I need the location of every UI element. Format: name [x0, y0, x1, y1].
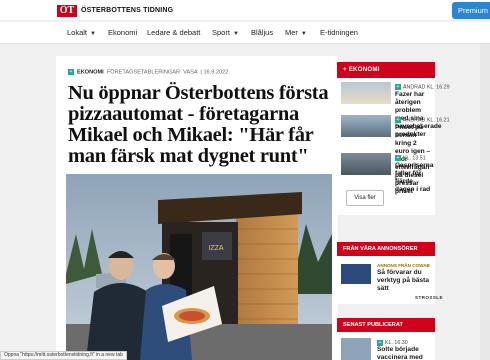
- ad-title[interactable]: Så förvarar du verktyg på bästa sätt: [377, 269, 433, 293]
- thumbnail: [341, 82, 391, 104]
- page-gutter: [480, 44, 490, 360]
- nav-item-e-tidningen[interactable]: E-tidningen: [320, 28, 358, 37]
- article-meta: + EKONOMI FÖRETAGSETABLERINGAR VASA | 16.…: [68, 69, 229, 76]
- sidebar-article[interactable]: + KL. 13.51 Gaspriserna faller för fjärde…: [337, 149, 435, 193]
- article-time: ÄNDRAD KL. 16.29: [403, 84, 450, 91]
- nav-item-sport[interactable]: Sport ▼: [212, 28, 239, 37]
- article: + EKONOMI FÖRETAGSETABLERINGAR VASA | 16.…: [56, 56, 338, 360]
- thumbnail: [341, 115, 391, 137]
- logo-mark[interactable]: ÖT: [57, 5, 77, 17]
- thumbnail: [341, 153, 391, 175]
- plus-icon: +: [395, 155, 401, 161]
- latest-section-title: SENAST PUBLICERAT: [337, 318, 435, 332]
- article-time: KL. 13.51: [403, 155, 426, 162]
- article-category[interactable]: EKONOMI: [77, 69, 104, 75]
- nav-item-ekonomi[interactable]: Ekonomi: [108, 28, 137, 37]
- chevron-down-icon: ▼: [300, 31, 307, 37]
- nav-item-lokalt[interactable]: Lokalt ▼: [67, 28, 96, 37]
- nav-item-blaljus[interactable]: Blåljus: [251, 28, 273, 37]
- pizza-sign-text: IZZA: [208, 245, 223, 252]
- sidebar-article[interactable]: + ÄNDRAD KL. 16.29 Fazer har återigen pro…: [337, 78, 450, 138]
- advertisers-box: FRÅN VÅRA ANNONSÖRER ANNONS FRÅN COWAB S…: [337, 242, 443, 304]
- premium-button[interactable]: Premium: [452, 2, 490, 19]
- ad-thumbnail[interactable]: [341, 264, 371, 284]
- sponsor-logo: STROSSLE: [415, 295, 443, 300]
- browser-status-bar: Öppna "https://mitt.osterbottenstidning.…: [0, 351, 127, 360]
- latest-box: SENAST PUBLICERAT + KL. 16.30 Solte börja…: [337, 318, 435, 360]
- article-headline: Nu öppnar Österbottens första pizzaautom…: [68, 82, 329, 167]
- article-title: Solte började vaccinera med: [377, 346, 423, 360]
- article-time: ÄNDRAD KL. 16.21: [403, 117, 450, 124]
- article-tags[interactable]: FÖRETAGSETABLERINGAR: [107, 69, 180, 75]
- top-header: ÖT ÖSTERBOTTENS TIDNING Premium: [0, 0, 490, 20]
- ad-sponsor-label: ANNONS FRÅN COWAB: [377, 263, 430, 268]
- plus-icon: +: [395, 117, 401, 123]
- plus-icon: +: [395, 84, 401, 90]
- nav-item-ledare-debatt[interactable]: Ledare & debatt: [147, 28, 200, 37]
- article-location: VASA: [183, 69, 198, 76]
- plus-icon: +: [68, 69, 74, 75]
- ads-section-title: FRÅN VÅRA ANNONSÖRER: [337, 242, 435, 256]
- main-nav: Lokalt ▼ Ekonomi Ledare & debatt Sport ▼ B…: [0, 22, 490, 44]
- latest-article[interactable]: + KL. 16.30 Solte började vaccinera med: [377, 340, 435, 360]
- chevron-down-icon: ▼: [232, 31, 239, 37]
- logo-text[interactable]: ÖSTERBOTTENS TIDNING: [81, 7, 173, 14]
- sidebar-ekonomi: + EKONOMI + ÄNDRAD KL. 16.29 Fazer har åt…: [337, 62, 450, 215]
- nav-item-mer[interactable]: Mer ▼: [285, 28, 307, 37]
- thumbnail[interactable]: [341, 338, 371, 360]
- show-more-button[interactable]: Visa fler: [346, 190, 384, 206]
- sidebar-section-title: + EKONOMI: [337, 62, 435, 78]
- article-photo[interactable]: IZZA: [66, 174, 332, 360]
- article-title: Gaspriserna faller för fjärde dagen i ra…: [395, 162, 434, 194]
- article-date: 16.9.2022: [203, 69, 229, 76]
- sidebar-article[interactable]: + ÄNDRAD KL. 16.21 Priset på bensin kring…: [337, 111, 450, 195]
- chevron-down-icon: ▼: [90, 31, 96, 37]
